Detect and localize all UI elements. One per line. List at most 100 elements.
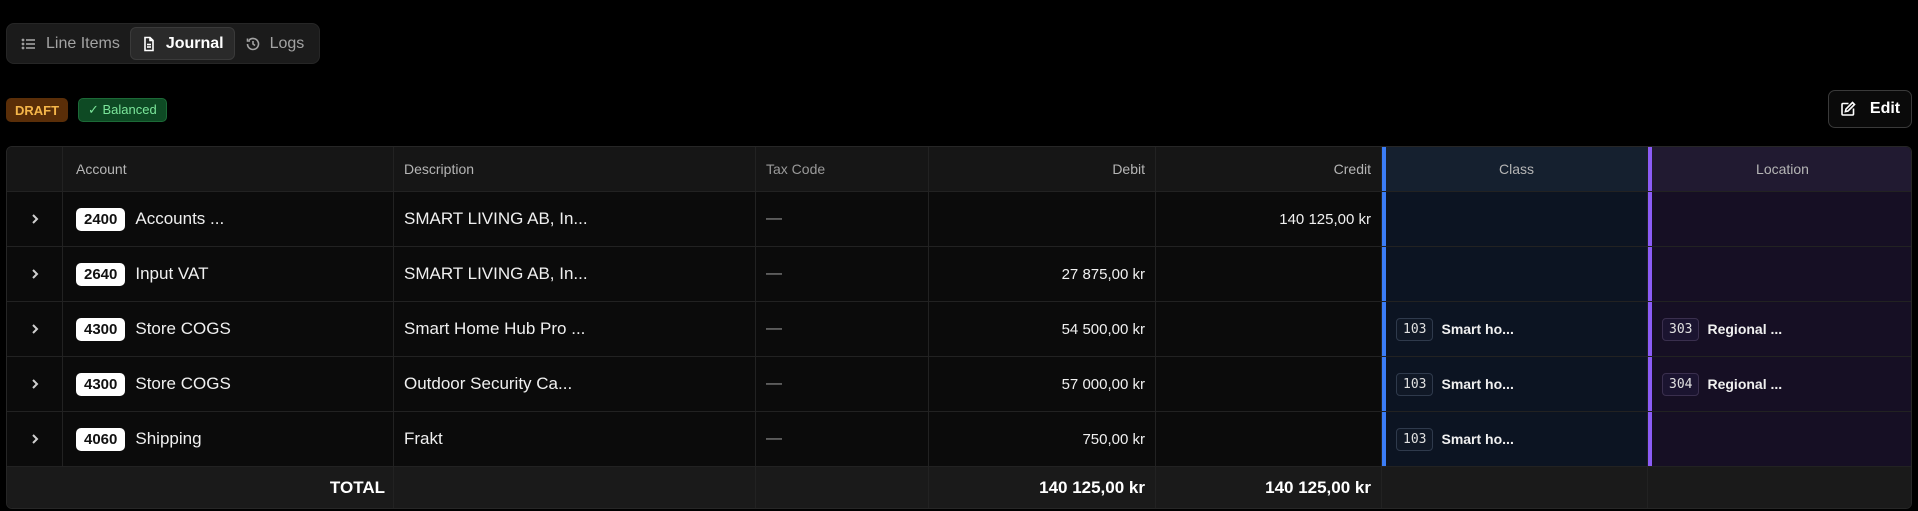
account-name: Shipping [135,429,202,448]
class-label: Smart ho... [1441,431,1514,447]
total-spacer [7,467,63,508]
tab-journal[interactable]: Journal [129,27,235,60]
class-cell[interactable]: 103 Smart ho... [1382,412,1648,466]
class-label: Smart ho... [1441,321,1514,337]
account-cell[interactable]: 4060 Shipping [63,412,394,466]
account-cell[interactable]: 2400 Accounts ... [63,192,394,246]
description-cell[interactable]: Outdoor Security Ca... [394,357,756,411]
tax-code-cell[interactable]: — [756,412,929,466]
location-cell[interactable] [1648,412,1911,466]
chevron-right-icon [31,214,38,224]
account-cell[interactable]: 4300 Store COGS [63,302,394,356]
pencil-icon [1841,101,1856,116]
credit-cell[interactable]: 140 125,00 kr [1156,192,1382,246]
class-code: 103 [1396,317,1434,341]
debit-cell[interactable]: 57 000,00 kr [929,357,1156,411]
account-code: 4300 [76,317,126,341]
class-cell[interactable] [1382,247,1648,301]
tab-line-items-label: Line Items [46,34,120,52]
class-code: 103 [1396,427,1434,451]
expand-row-button[interactable] [7,302,63,356]
edit-button-label: Edit [1869,100,1901,117]
class-cell[interactable] [1382,192,1648,246]
chevron-right-icon [31,434,38,444]
chevron-right-icon [31,324,38,334]
location-cell[interactable] [1648,247,1911,301]
tab-line-items[interactable]: Line Items [11,27,130,60]
total-debit: 140 125,00 kr [929,467,1156,508]
header-debit: Debit [929,147,1156,191]
journal-table: Account Description Tax Code Debit Credi… [6,146,1912,509]
description-cell[interactable]: SMART LIVING AB, In... [394,247,756,301]
total-description [394,467,756,508]
tax-code-cell[interactable]: — [756,247,929,301]
table-row[interactable]: 4060 Shipping Frakt — 750,00 kr 103 Smart … [7,412,1911,467]
total-label: TOTAL [63,467,394,508]
class-cell[interactable]: 103 Smart ho... [1382,302,1648,356]
header-location: Location [1648,147,1911,191]
credit-cell[interactable] [1156,247,1382,301]
account-cell[interactable]: 4300 Store COGS [63,357,394,411]
total-row: TOTAL 140 125,00 kr 140 125,00 kr [7,467,1911,508]
description-cell[interactable]: Frakt [394,412,756,466]
credit-cell[interactable] [1156,302,1382,356]
chevron-right-icon [31,269,38,279]
location-label: Regional ... [1707,376,1783,392]
account-code: 4300 [76,372,126,396]
view-tabs: Line Items Journal Logs [6,23,320,64]
account-name: Accounts ... [135,209,225,228]
credit-cell[interactable] [1156,357,1382,411]
account-code: 2400 [76,207,126,231]
account-name: Store COGS [135,319,231,338]
debit-cell[interactable]: 54 500,00 kr [929,302,1156,356]
account-name: Store COGS [135,374,231,393]
header-tax-code: Tax Code [756,147,929,191]
list-icon [21,38,35,49]
edit-button[interactable]: Edit [1828,90,1912,128]
tax-code-cell[interactable]: — [756,192,929,246]
tax-code-cell[interactable]: — [756,302,929,356]
table-header: Account Description Tax Code Debit Credi… [7,147,1911,192]
table-row[interactable]: 4300 Store COGS Outdoor Security Ca... — … [7,357,1911,412]
tab-logs[interactable]: Logs [235,27,315,60]
account-code: 2640 [76,262,126,286]
total-tax [756,467,929,508]
location-cell[interactable] [1648,192,1911,246]
expand-row-button[interactable] [7,412,63,466]
expand-row-button[interactable] [7,247,63,301]
account-cell[interactable]: 2640 Input VAT [63,247,394,301]
expand-row-button[interactable] [7,357,63,411]
credit-cell[interactable] [1156,412,1382,466]
expand-row-button[interactable] [7,192,63,246]
header-expand [7,147,63,191]
debit-cell[interactable]: 750,00 kr [929,412,1156,466]
class-cell[interactable]: 103 Smart ho... [1382,357,1648,411]
account-name: Input VAT [135,264,209,283]
location-label: Regional ... [1707,321,1783,337]
table-row[interactable]: 4300 Store COGS Smart Home Hub Pro ... — … [7,302,1911,357]
total-class [1382,467,1648,508]
location-cell[interactable]: 304 Regional ... [1648,357,1911,411]
table-row[interactable]: 2400 Accounts ... SMART LIVING AB, In... … [7,192,1911,247]
header-class: Class [1382,147,1648,191]
history-icon [246,37,259,50]
class-code: 103 [1396,372,1434,396]
debit-cell[interactable] [929,192,1156,246]
debit-cell[interactable]: 27 875,00 kr [929,247,1156,301]
location-code: 303 [1662,317,1700,341]
description-cell[interactable]: Smart Home Hub Pro ... [394,302,756,356]
table-row[interactable]: 2640 Input VAT SMART LIVING AB, In... — 2… [7,247,1911,302]
location-cell[interactable]: 303 Regional ... [1648,302,1911,356]
tab-journal-label: Journal [165,34,224,52]
total-location [1648,467,1911,508]
account-code: 4060 [76,427,126,451]
status-badge-balanced: ✓ Balanced [78,98,167,122]
location-code: 304 [1662,372,1700,396]
document-icon [144,36,154,51]
description-cell[interactable]: SMART LIVING AB, In... [394,192,756,246]
header-credit: Credit [1156,147,1382,191]
total-credit: 140 125,00 kr [1156,467,1382,508]
tax-code-cell[interactable]: — [756,357,929,411]
tab-logs-label: Logs [269,34,305,52]
header-description: Description [394,147,756,191]
